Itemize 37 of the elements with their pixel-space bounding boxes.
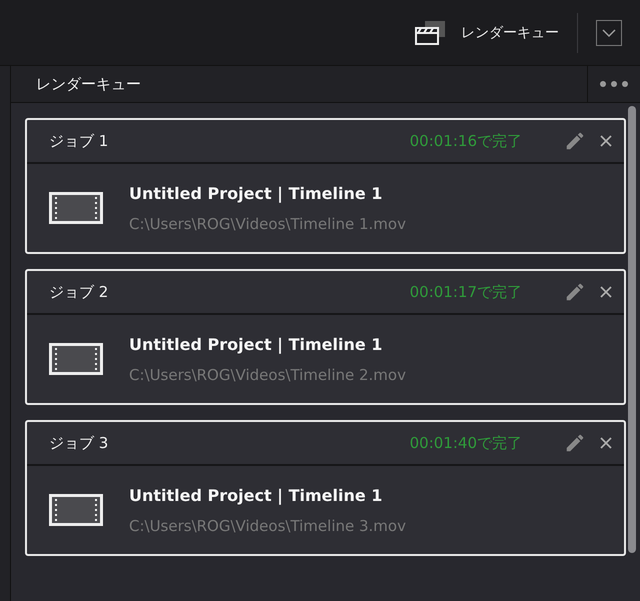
render-queue-button[interactable]: レンダーキュー: [415, 20, 577, 46]
film-icon: [49, 343, 103, 375]
panel-title: レンダーキュー: [35, 74, 142, 94]
close-button[interactable]: [600, 135, 612, 147]
file-path: C:\Users\ROG\Videos\Timeline 1.mov: [129, 214, 406, 232]
close-icon: [600, 286, 612, 298]
edit-button[interactable]: [564, 130, 586, 152]
job-card[interactable]: ジョブ 1 00:01:16で完了 Untitled Project | Timeline 1 C:\Users\ROG\Videos\Timeline 1.mov: [25, 118, 626, 254]
chevron-down-icon: [602, 28, 616, 36]
job-card[interactable]: ジョブ 2 00:01:17で完了 Untitled Project | Timeline 1 C:\Users\ROG\Videos\Timeline 2.mov: [25, 269, 626, 405]
close-icon: [600, 437, 612, 449]
scrollbar[interactable]: [628, 106, 636, 553]
edit-button[interactable]: [564, 281, 586, 303]
job-status: 00:01:40で完了: [410, 434, 522, 452]
job-name: ジョブ 3: [49, 434, 110, 452]
job-status: 00:01:16で完了: [410, 132, 522, 150]
job-name: ジョブ 2: [49, 282, 110, 302]
job-title: Untitled Project | Timeline 1: [129, 334, 384, 354]
job-status: 00:01:17で完了: [410, 282, 522, 302]
close-button[interactable]: [600, 286, 612, 298]
film-icon: [49, 192, 103, 224]
pencil-icon: [564, 281, 586, 303]
more-icon: [600, 81, 628, 87]
dropdown-button[interactable]: [596, 20, 622, 46]
job-card[interactable]: ジョブ 3 00:01:40で完了 Untitled Project | Timeline 1 C:\Users\ROG\Videos\Timeline 3.mov: [25, 420, 626, 556]
file-path: C:\Users\ROG\Videos\Timeline 2.mov: [129, 366, 406, 384]
clapperboard-icon: [415, 20, 447, 46]
edit-button[interactable]: [564, 432, 586, 454]
job-title: Untitled Project | Timeline 1: [129, 184, 384, 202]
close-button[interactable]: [600, 437, 612, 449]
pencil-icon: [564, 130, 586, 152]
job-title: Untitled Project | Timeline 1: [129, 486, 384, 504]
file-path: C:\Users\ROG\Videos\Timeline 3.mov: [129, 516, 406, 534]
film-icon: [49, 494, 103, 526]
pencil-icon: [564, 432, 586, 454]
job-name: ジョブ 1: [49, 132, 110, 150]
close-icon: [600, 135, 612, 147]
